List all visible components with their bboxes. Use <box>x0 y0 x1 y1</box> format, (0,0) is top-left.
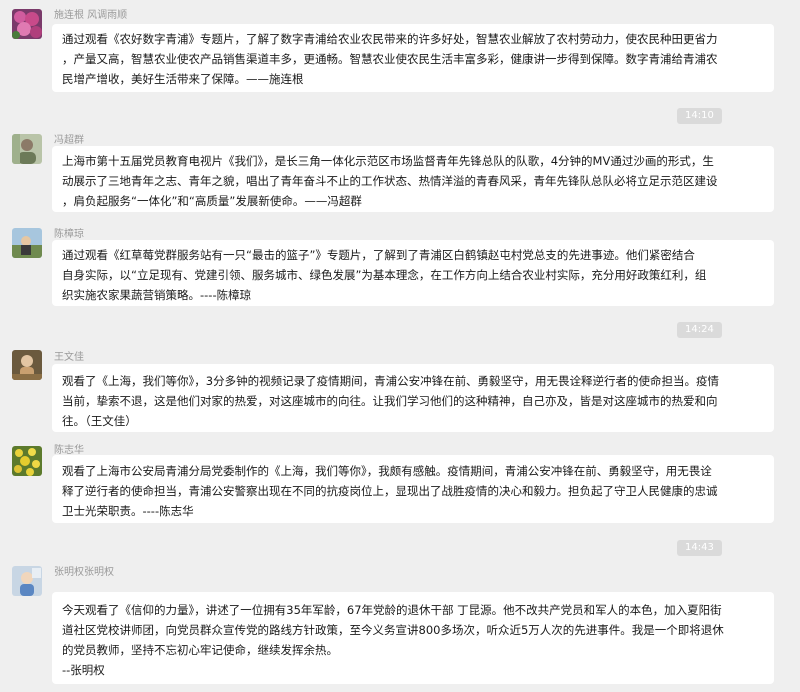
message-bubble[interactable]: 通过观看《红草莓党群服务站有一只“最击的篮子”》专题片，了解到了青浦区白鹤镇赵屯… <box>52 240 774 306</box>
message-line: 释了逆行者的使命担当，青浦公安警察出现在不同的抗疫岗位上，显现出了战胜疫情的决心… <box>62 484 718 498</box>
message-line: 自身实际，以“立足现有、党建引领、服务城市、绿色发展”为基本理念，在工作方向上结… <box>62 268 707 282</box>
sender-name: 陈志华 <box>54 445 84 456</box>
avatar[interactable] <box>12 446 42 476</box>
sender-name: 施连根 风调雨顺 <box>54 10 128 21</box>
message-line: ，产量又高，智慧农业使农产品销售渠道丰多，更通畅。智慧农业使农民生活丰富多彩，健… <box>62 52 718 66</box>
avatar[interactable] <box>12 350 42 380</box>
avatar-portrait-image <box>12 134 42 164</box>
message-line: 道社区党校讲师团，向党员群众宣传党的路线方针政策，至今义务宣讲800多场次，听众… <box>62 623 724 637</box>
timestamp-divider: 14:43 <box>677 540 722 556</box>
avatar-yellow-flowers-image <box>12 446 42 476</box>
message-line: 卫士光荣职责。----陈志华 <box>62 504 194 518</box>
avatar[interactable] <box>12 134 42 164</box>
message-line: 通过观看《红草莓党群服务站有一只“最击的篮子”》专题片，了解到了青浦区白鹤镇赵屯… <box>62 248 695 262</box>
avatar[interactable] <box>12 566 42 596</box>
timestamp-divider: 14:10 <box>677 108 722 124</box>
avatar[interactable] <box>12 228 42 258</box>
message-line: 观看了《上海，我们等你》，3分多钟的视频记录了疫情期间，青浦公安冲锋在前、勇毅坚… <box>62 374 720 388</box>
message-line: 织实施农家果蔬营销策略。----陈樟琼 <box>62 288 252 302</box>
avatar-landscape-image <box>12 228 42 258</box>
sender-name: 陈樟琼 <box>54 229 84 240</box>
avatar-child-image <box>12 566 42 596</box>
message-line: 往。（王文佳） <box>62 414 137 428</box>
message-bubble[interactable]: 上海市第十五届党员教育电视片《我们》，是长三角一体化示范区市场监督青年先锋总队的… <box>52 146 774 212</box>
avatar-figure-image <box>12 350 42 380</box>
avatar-flowers-image <box>12 9 42 39</box>
message-bubble[interactable]: 观看了上海市公安局青浦分局党委制作的《上海，我们等你》，我颇有感触。疫情期间，青… <box>52 455 774 523</box>
sender-name: 王文佳 <box>54 352 84 363</box>
message-line: 通过观看《农好数字青浦》专题片，了解了数字青浦给农业农民带来的许多好处，智慧农业… <box>62 32 718 46</box>
message-line: --张明权 <box>62 663 105 677</box>
message-line: 当前，挚索不退，这是他们对家的热爱，对这座城市的向往。让我们学习他们的这种精神，… <box>62 394 718 408</box>
timestamp-divider: 14:24 <box>677 322 722 338</box>
sender-name: 张明权张明权 <box>54 567 114 578</box>
message-line: 民增产增收，美好生活带来了保障。——施连根 <box>62 72 304 86</box>
sender-name: 冯超群 <box>54 135 84 146</box>
message-bubble[interactable]: 今天观看了《信仰的力量》，讲述了一位拥有35年军龄，67年党龄的退休干部 丁昆源… <box>52 592 774 684</box>
chat-conversation: 施连根 风调雨顺 通过观看《农好数字青浦》专题片，了解了数字青浦给农业农民带来的… <box>0 0 800 692</box>
avatar[interactable] <box>12 9 42 39</box>
message-line: 今天观看了《信仰的力量》，讲述了一位拥有35年军龄，67年党龄的退休干部 丁昆源… <box>62 603 722 617</box>
message-bubble[interactable]: 观看了《上海，我们等你》，3分多钟的视频记录了疫情期间，青浦公安冲锋在前、勇毅坚… <box>52 364 774 432</box>
message-line: 观看了上海市公安局青浦分局党委制作的《上海，我们等你》，我颇有感触。疫情期间，青… <box>62 464 712 478</box>
message-line: 上海市第十五届党员教育电视片《我们》，是长三角一体化示范区市场监督青年先锋总队的… <box>62 154 714 168</box>
message-line: 动展示了三地青年之志、青年之貌，唱出了青年奋斗不止的工作状态、热情洋溢的青春风采… <box>62 174 718 188</box>
message-bubble[interactable]: 通过观看《农好数字青浦》专题片，了解了数字青浦给农业农民带来的许多好处，智慧农业… <box>52 24 774 92</box>
message-line: 的党员教师，坚持不忘初心牢记使命，继续发挥余热。 <box>62 643 338 657</box>
message-line: ，肩负起服务“一体化”和“高质量”发展新使命。——冯超群 <box>62 194 362 208</box>
